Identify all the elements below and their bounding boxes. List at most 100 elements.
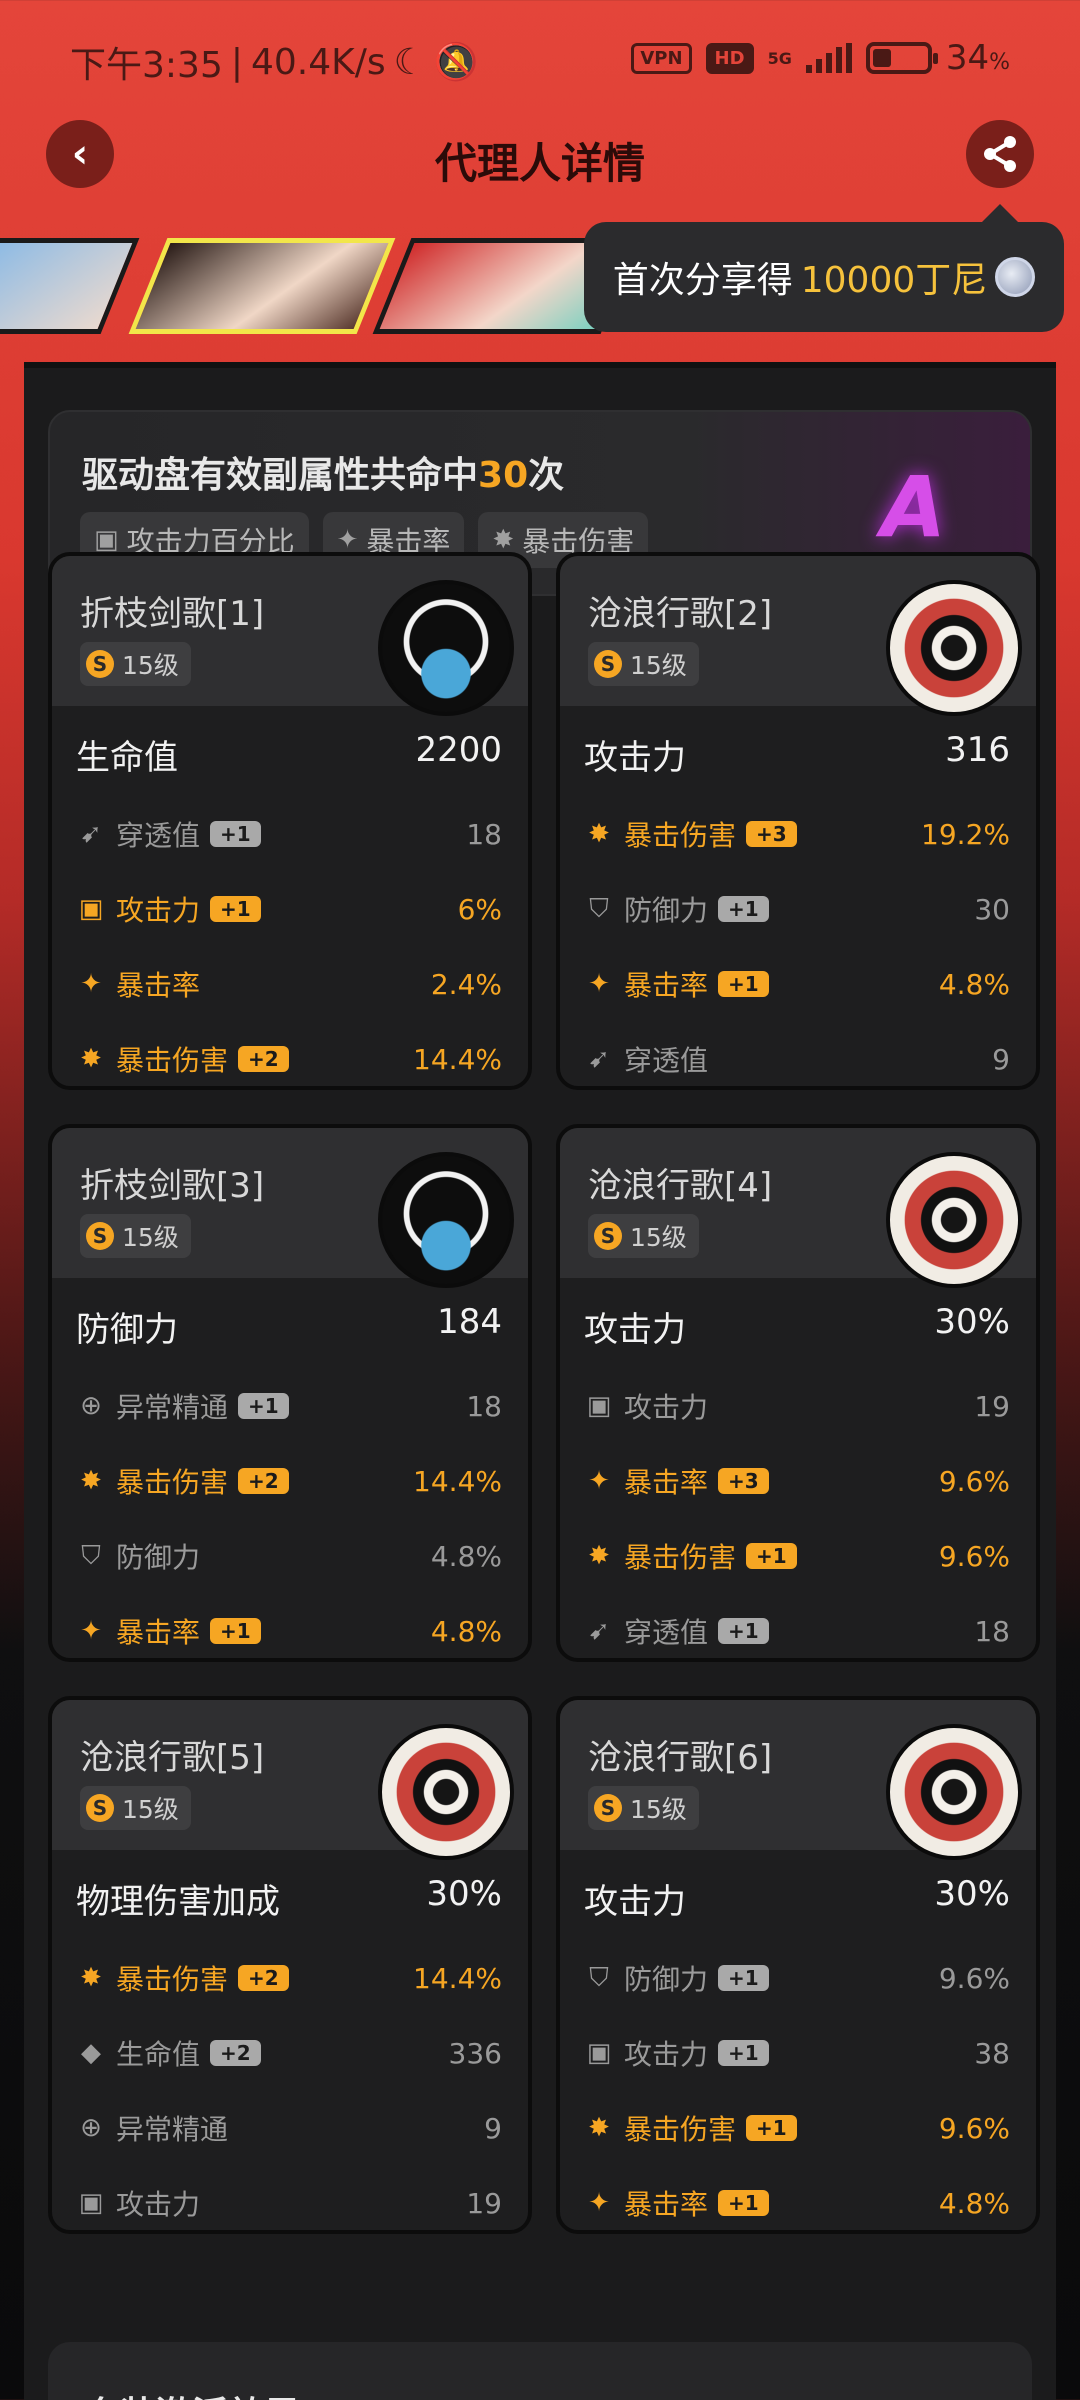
sub-stat-value: 4.8% [938, 967, 1010, 1001]
level-badge: S 15级 [588, 1214, 699, 1258]
crit-rate-icon: ✦ [336, 525, 359, 555]
agent-avatar-2-selected[interactable] [128, 238, 396, 334]
crit-rate-icon: ✦ [80, 969, 102, 999]
hp-icon: ◆ [81, 2038, 101, 2068]
sub-stat-label: 暴击率 [624, 969, 709, 1002]
share-button[interactable] [966, 120, 1034, 188]
battery-unit: % [989, 50, 1010, 75]
level-label: 15级 [122, 651, 179, 680]
roll-boost-badge: +2 [238, 1965, 289, 1991]
main-stat-label: 防御力 [76, 1310, 178, 1350]
summary-hit-count: 30 [478, 455, 529, 496]
roll-boost-badge: +3 [746, 821, 797, 847]
sub-stat-value: 4.8% [430, 1539, 502, 1573]
roll-boost-badge: +1 [718, 2040, 769, 2066]
sub-stat: ⛉ 防御力 +1 30 [584, 889, 1010, 929]
main-stat-label: 物理伤害加成 [76, 1882, 280, 1922]
share-reward-tooltip[interactable]: 首次分享得 10000丁尼 [584, 204, 1064, 332]
drive-disc-card[interactable]: 沧浪行歌[5] S 15级 物理伤害加成 30% ✸ 暴击伤害 +2 14.4% ◆ 生命值 +2 33… [48, 1696, 532, 2234]
drive-disc-card[interactable]: 沧浪行歌[2] S 15级 攻击力 316 ✸ 暴击伤害 +3 19.2% ⛉ 防御力 +1 30 ✦ 暴击… [556, 552, 1040, 1090]
summary-title-suffix: 次 [528, 455, 565, 496]
crit-rate-icon: ✦ [80, 1616, 102, 1646]
main-stat-label: 攻击力 [584, 738, 686, 778]
crit-rate-icon: ✦ [588, 969, 610, 999]
sub-stat-value: 9 [484, 2111, 502, 2145]
sub-stat-left: ✸ 暴击伤害 +2 [76, 1461, 289, 1501]
main-stat-value: 30% [426, 1874, 502, 1914]
disc-set-icon [886, 1724, 1022, 1860]
sub-stat: ✸ 暴击伤害 +2 14.4% [76, 1461, 502, 1501]
main-stat-label: 生命值 [76, 738, 178, 778]
pen-icon: ➹ [80, 819, 102, 849]
sub-stat-label: 暴击伤害 [116, 1963, 229, 1996]
sub-stat-left: ▣ 攻击力 [76, 2183, 200, 2223]
s-rank-icon: S [594, 1794, 622, 1822]
tooltip-prefix: 首次分享得 [612, 260, 793, 301]
hd-icon: HD [705, 42, 754, 74]
sub-stat-value: 38 [974, 2036, 1010, 2070]
main-stat-value: 30% [934, 1302, 1010, 1342]
s-rank-icon: S [86, 1794, 114, 1822]
crit-dmg-icon: ✸ [588, 1541, 610, 1571]
roll-boost-badge: +2 [210, 2040, 261, 2066]
main-stat: 物理伤害加成 30% [76, 1874, 502, 1923]
sub-stat: ➹ 穿透值 9 [584, 1039, 1010, 1079]
sub-stat: ⊕ 异常精通 +1 18 [76, 1386, 502, 1426]
drive-disc-card[interactable]: 沧浪行歌[6] S 15级 攻击力 30% ⛉ 防御力 +1 9.6% ▣ 攻击力 +1 38 ✸ 暴击伤害… [556, 1696, 1040, 2234]
sub-stat-value: 18 [466, 817, 502, 851]
battery-icon [865, 42, 938, 74]
main-stat: 攻击力 316 [584, 730, 1010, 779]
sub-stat-left: ✦ 暴击率 +1 [584, 2183, 769, 2223]
sub-stat-label: 暴击伤害 [116, 1044, 229, 1077]
sub-stat-left: ⛉ 防御力 +1 [584, 889, 769, 929]
roll-boost-badge: +3 [718, 1468, 769, 1494]
sub-stat: ✸ 暴击伤害 +1 9.6% [584, 2108, 1010, 2148]
attack-icon: ▣ [586, 2038, 612, 2068]
drive-disc-card[interactable]: 折枝剑歌[3] S 15级 防御力 184 ⊕ 异常精通 +1 18 ✸ 暴击伤害 +2 14.4% ⛉ 防… [48, 1124, 532, 1662]
signal-icon [805, 43, 852, 73]
battery-percent: 34 [945, 38, 990, 78]
summary-title-prefix: 驱动盘有效副属性共命中 [82, 455, 479, 496]
sub-stat-value: 19.2% [921, 817, 1010, 851]
agent-avatar-1[interactable] [0, 238, 140, 334]
dennies-coin-icon [995, 257, 1036, 297]
sub-stat-label: 穿透值 [624, 1044, 709, 1077]
roll-boost-badge: +1 [210, 821, 261, 847]
sub-stat: ✦ 暴击率 +1 4.8% [76, 1611, 502, 1651]
main-stat: 攻击力 30% [584, 1302, 1010, 1351]
set-effect-title: 套装激活效果 [84, 2386, 300, 2400]
disc-name: 沧浪行歌[5] [80, 1738, 265, 1778]
sub-stat-label: 异常精通 [116, 1391, 229, 1424]
sub-stat-label: 防御力 [624, 1963, 709, 1996]
drive-disc-card[interactable]: 折枝剑歌[1] S 15级 生命值 2200 ➹ 穿透值 +1 18 ▣ 攻击力 +1 6% ✦ 暴击率 2.… [48, 552, 532, 1090]
sub-stat-label: 暴击率 [116, 1616, 201, 1649]
page-title: 代理人详情 [434, 139, 645, 188]
sub-stat-left: ✸ 暴击伤害 +1 [584, 1536, 797, 1576]
crit-dmg-icon: ✸ [588, 819, 610, 849]
roll-boost-badge: +1 [718, 1618, 769, 1644]
disc-name: 沧浪行歌[2] [588, 594, 773, 634]
roll-boost-badge: +1 [718, 896, 769, 922]
sub-stat-left: ✦ 暴击率 +3 [584, 1461, 769, 1501]
sub-stat: ✦ 暴击率 2.4% [76, 964, 502, 1004]
attack-icon: ▣ [586, 1391, 612, 1421]
network-label: 5G [767, 48, 792, 68]
crit-dmg-icon: ✸ [492, 525, 515, 555]
sub-stat-value: 9 [992, 1042, 1010, 1076]
sub-stat-label: 暴击伤害 [116, 1466, 229, 1499]
sub-stat-label: 暴击伤害 [624, 1541, 737, 1574]
sub-stat: ✦ 暴击率 +3 9.6% [584, 1461, 1010, 1501]
drive-disc-card[interactable]: 沧浪行歌[4] S 15级 攻击力 30% ▣ 攻击力 19 ✦ 暴击率 +3 9.6% ✸ 暴击伤害 +1… [556, 1124, 1040, 1662]
sub-stat-left: ➹ 穿透值 +1 [76, 814, 261, 854]
grade-badge: A [880, 458, 946, 556]
main-stat-value: 316 [945, 730, 1010, 770]
sub-stat-left: ✦ 暴击率 +1 [584, 964, 769, 1004]
s-rank-icon: S [594, 650, 622, 678]
main-stat-value: 30% [934, 1874, 1010, 1914]
roll-boost-badge: +2 [238, 1468, 289, 1494]
sub-stat: ▣ 攻击力 19 [76, 2183, 502, 2223]
sub-stat-value: 30 [974, 892, 1010, 926]
agent-detail-panel: 驱动盘有效副属性共命中30次 ▣ 攻击力百分比 ✦ 暴击率 ✸ 暴击伤害 A 折枝剑歌… [24, 362, 1056, 2400]
sub-stat: ➹ 穿透值 +1 18 [76, 814, 502, 854]
status-speed: 40.4K/s [250, 41, 386, 83]
